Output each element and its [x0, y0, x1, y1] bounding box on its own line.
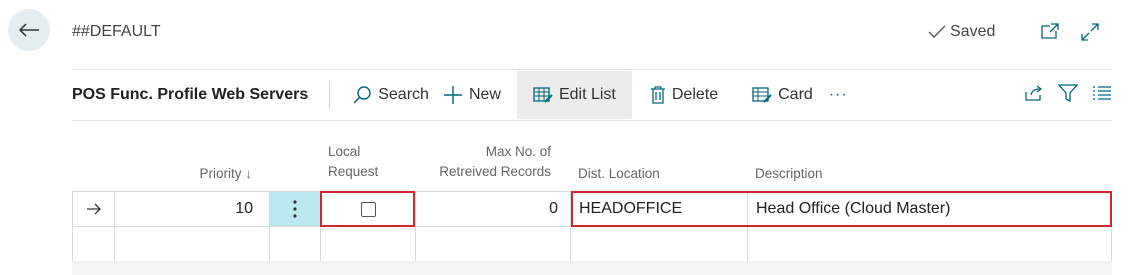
column-header-local-request[interactable]: Local Request [328, 142, 378, 182]
open-new-window-icon [1041, 23, 1059, 39]
saved-status: Saved [928, 23, 995, 41]
edit-list-label: Edit List [558, 86, 616, 103]
delete-label: Delete [671, 86, 719, 103]
column-header-priority[interactable]: Priority ↓ [72, 164, 252, 184]
share-icon [1025, 84, 1043, 101]
arrow-left-icon [18, 23, 39, 37]
expand-icon [1081, 23, 1099, 41]
toolbar-divider-bottom [72, 120, 1112, 121]
saved-label: Saved [950, 23, 996, 40]
more-options-button[interactable]: ··· [823, 71, 858, 119]
expand-button[interactable] [1080, 22, 1100, 47]
grid-footer [72, 261, 1112, 275]
highlight-box-local-request [320, 191, 415, 227]
empty-cell[interactable] [571, 227, 748, 261]
empty-cell[interactable] [115, 227, 270, 261]
empty-cell[interactable] [321, 227, 416, 261]
search-icon [353, 86, 371, 104]
search-label: Search [378, 86, 429, 103]
card-label: Card [778, 86, 813, 103]
list-page-name[interactable]: POS Func. Profile Web Servers [72, 86, 308, 104]
new-label: New [468, 86, 501, 103]
list-icon [1093, 85, 1111, 100]
new-button[interactable]: New [439, 71, 511, 119]
column-header-description[interactable]: Description [755, 164, 823, 184]
trash-icon [650, 86, 665, 104]
empty-cell [270, 227, 321, 261]
more-options-icon: ··· [828, 86, 848, 103]
list-view-button[interactable] [1092, 85, 1112, 106]
arrow-right-icon [86, 203, 101, 215]
plus-icon [443, 86, 462, 104]
back-button[interactable] [8, 9, 50, 51]
row-selector[interactable] [72, 192, 115, 226]
action-bar: POS Func. Profile Web Servers Search New… [72, 70, 1112, 120]
checkmark-icon [928, 25, 946, 38]
empty-cell[interactable] [416, 227, 571, 261]
column-header-dist-location[interactable]: Dist. Location [578, 164, 660, 184]
priority-cell[interactable]: 10 [115, 192, 270, 226]
max-records-cell[interactable]: 0 [416, 192, 571, 226]
vertical-ellipsis-icon [293, 200, 297, 218]
empty-cell[interactable] [748, 227, 1112, 261]
new-row[interactable] [72, 227, 1112, 262]
filter-icon [1057, 83, 1079, 102]
toolbar-right-actions [1024, 70, 1112, 120]
delete-button[interactable]: Delete [632, 71, 728, 119]
toolbar-divider [329, 81, 331, 109]
open-in-new-window-button[interactable] [1040, 22, 1060, 45]
row-actions-button[interactable] [270, 192, 321, 226]
filter-button[interactable] [1057, 83, 1079, 108]
card-button[interactable]: Card [728, 71, 823, 119]
highlight-box-location-description [571, 191, 1112, 227]
empty-cell [72, 227, 115, 261]
edit-list-icon [533, 87, 553, 103]
share-button[interactable] [1024, 84, 1044, 107]
edit-list-button[interactable]: Edit List [516, 71, 632, 119]
card-icon [752, 87, 772, 103]
page-title: ##DEFAULT [72, 23, 161, 40]
column-header-max-records[interactable]: Max No. of Retreived Records [415, 142, 551, 182]
search-button[interactable]: Search [342, 71, 439, 119]
